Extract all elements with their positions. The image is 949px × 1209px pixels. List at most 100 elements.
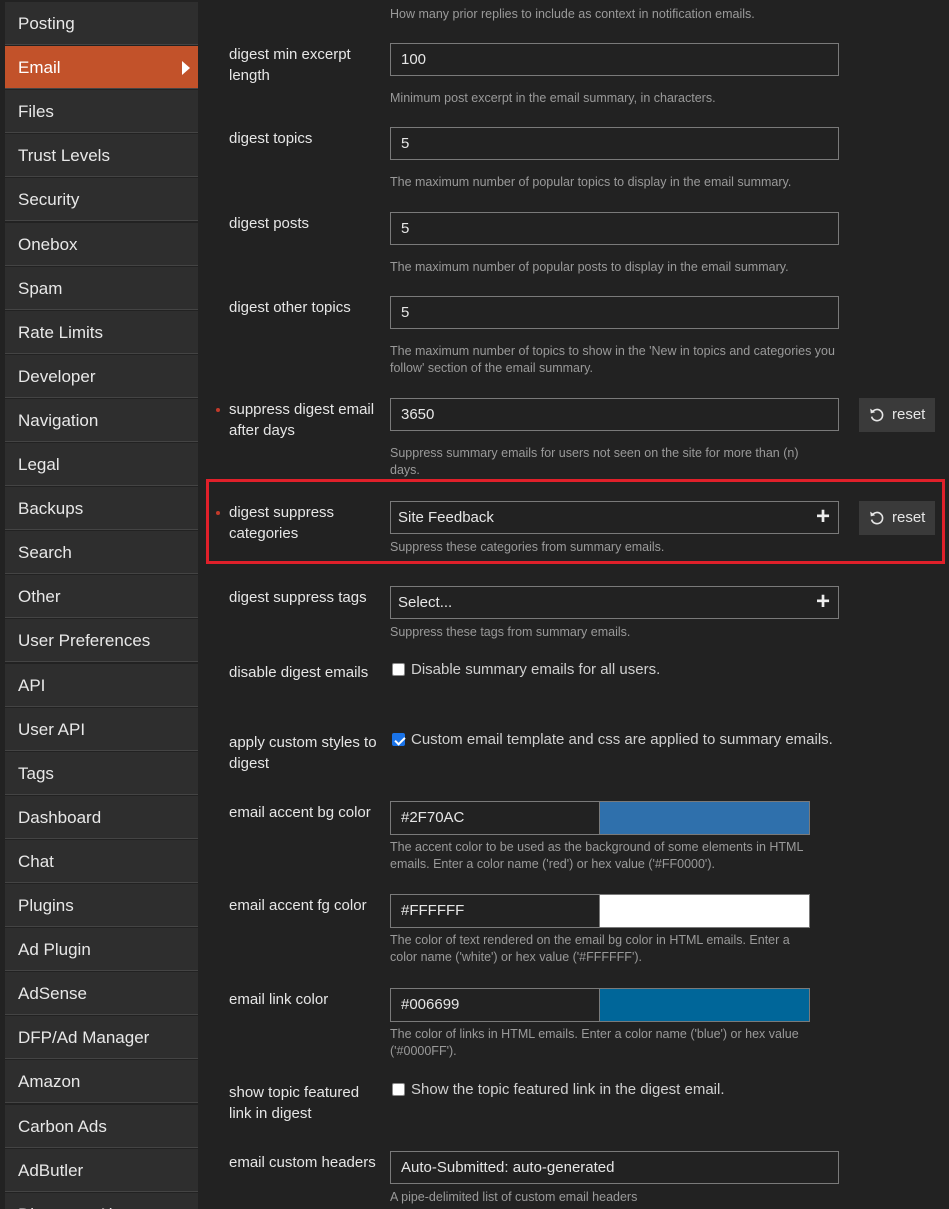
email-accent-bg-color-swatch[interactable]: [599, 801, 810, 835]
digest-suppress-tags-selector[interactable]: Select... +: [390, 586, 839, 619]
email-custom-headers-input[interactable]: Auto-Submitted: auto-generated: [390, 1151, 839, 1184]
digest-posts-description: The maximum number of popular posts to d…: [390, 260, 789, 274]
sidebar-item-files[interactable]: Files: [5, 90, 198, 134]
show-topic-featured-link-checkbox[interactable]: [392, 1083, 405, 1096]
sidebar-item-label: Navigation: [18, 410, 99, 430]
sidebar-item-label: Plugins: [18, 896, 74, 915]
digest-posts-input[interactable]: 5: [390, 212, 839, 245]
plus-icon[interactable]: +: [816, 587, 830, 617]
email-accent-fg-color-swatch[interactable]: [599, 894, 810, 928]
sidebar-item-label: Developer: [18, 366, 96, 386]
sidebar-item-trust-levels[interactable]: Trust Levels: [5, 134, 198, 178]
sidebar-item-label: Onebox: [18, 234, 78, 254]
caret-right-icon: [182, 61, 190, 76]
sidebar-item-carbon-ads[interactable]: Carbon Ads: [5, 1104, 198, 1148]
sidebar-item-navigation[interactable]: Navigation: [5, 398, 198, 442]
sidebar-item-label: AdSense: [18, 984, 87, 1004]
sidebar-item-label: Security: [18, 190, 80, 210]
sidebar-item-label: Backups: [18, 499, 84, 519]
plus-icon[interactable]: +: [816, 502, 830, 532]
sidebar-item-label: Email: [18, 58, 61, 78]
setting-label-email-custom-headers: email custom headers: [229, 1154, 376, 1171]
sidebar-item-rate-limits[interactable]: Rate Limits: [5, 310, 198, 354]
email-link-color-input[interactable]: #006699: [390, 988, 600, 1022]
sidebar-item-user-preferences[interactable]: User Preferences: [5, 619, 198, 663]
digest-suppress-categories-selector[interactable]: Site Feedback +: [390, 501, 839, 534]
disable-digest-emails-checkbox-label: Disable summary emails for all users.: [411, 661, 661, 678]
sidebar-item-label: DFP/Ad Manager: [18, 1028, 150, 1048]
sidebar-item-adsense[interactable]: AdSense: [5, 972, 198, 1016]
email-accent-bg-color-input[interactable]: #2F70AC: [390, 801, 600, 835]
setting-label-digest-topics: digest topics: [229, 130, 313, 147]
reset-suppress-digest-email-after-days-button[interactable]: reset: [859, 398, 935, 432]
reset-label: reset: [892, 509, 926, 526]
sidebar-item-chat[interactable]: Chat: [5, 839, 198, 883]
sidebar-item-label: User Preferences: [18, 631, 151, 651]
sidebar-item-onebox[interactable]: Onebox: [5, 222, 198, 266]
setting-label-apply-custom-styles-to-digest: apply custom styles to digest: [229, 734, 377, 772]
sidebar-item-legal[interactable]: Legal: [5, 443, 198, 486]
digest-other-topics-description: The maximum number of topics to show in …: [390, 344, 835, 375]
email-link-color-swatch[interactable]: [599, 988, 810, 1022]
sidebar-item-developer[interactable]: Developer: [5, 354, 198, 398]
sidebar-item-email[interactable]: Email: [5, 46, 198, 90]
sidebar-item-api[interactable]: API: [5, 663, 198, 707]
digest-topics-description: The maximum number of popular topics to …: [390, 175, 792, 189]
setting-label-digest-suppress-tags: digest suppress tags: [229, 589, 367, 606]
sidebar-item-label: Ad Plugin: [18, 940, 91, 960]
sidebar-item-label: Posting: [18, 14, 75, 33]
digest-other-topics-input[interactable]: 5: [390, 296, 839, 329]
sidebar-item-dfp-ad-manager[interactable]: DFP/Ad Manager: [5, 1016, 198, 1060]
disable-digest-emails-checkbox[interactable]: [392, 663, 405, 676]
sidebar-item-label: Trust Levels: [18, 146, 110, 166]
sidebar-item-dashboard[interactable]: Dashboard: [5, 795, 198, 839]
sidebar-item-search[interactable]: Search: [5, 531, 198, 575]
sidebar-item-tags[interactable]: Tags: [5, 751, 198, 795]
changed-setting-indicator: [216, 511, 220, 515]
setting-label-digest-posts: digest posts: [229, 215, 310, 232]
sidebar-item-ad-plugin[interactable]: Ad Plugin: [5, 928, 198, 972]
sidebar-item-label: Amazon: [18, 1072, 81, 1092]
sidebar-item-user-api[interactable]: User API: [5, 707, 198, 751]
sidebar-item-amazon[interactable]: Amazon: [5, 1060, 198, 1104]
sidebar-item-label: Tags: [18, 763, 54, 783]
digest-min-excerpt-length-input[interactable]: 100: [390, 43, 839, 76]
sidebar-item-label: AdButler: [18, 1160, 84, 1180]
suppress-digest-email-after-days-input[interactable]: 3650: [390, 398, 839, 431]
setting-label-email-accent-bg-color: email accent bg color: [229, 804, 371, 821]
reset-digest-suppress-categories-button[interactable]: reset: [859, 501, 935, 535]
sidebar-item-label: Legal: [18, 455, 60, 474]
sidebar-item-label: Search: [18, 543, 72, 563]
email-link-color-description: The color of links in HTML emails. Enter…: [390, 1027, 799, 1058]
setting-label-digest-other-topics: digest other topics: [229, 299, 351, 316]
digest-topics-input[interactable]: 5: [390, 127, 839, 160]
sidebar-item-plugins[interactable]: Plugins: [5, 884, 198, 927]
sidebar-item-label: Discourse Ai: [18, 1205, 112, 1209]
sidebar-item-adbutler[interactable]: AdButler: [5, 1148, 198, 1192]
sidebar-item-posting[interactable]: Posting: [5, 2, 198, 45]
apply-custom-styles-checkbox[interactable]: [392, 733, 405, 746]
sidebar-item-label: Chat: [18, 851, 54, 871]
sidebar-item-label: Files: [18, 102, 54, 122]
apply-custom-styles-checkbox-label: Custom email template and css are applie…: [411, 731, 833, 748]
sidebar-item-other[interactable]: Other: [5, 575, 198, 619]
digest-min-excerpt-length-description: Minimum post excerpt in the email summar…: [390, 91, 716, 105]
sidebar-item-backups[interactable]: Backups: [5, 487, 198, 531]
undo-icon: [870, 408, 884, 422]
sidebar-item-spam[interactable]: Spam: [5, 266, 198, 310]
sidebar-item-discourse-ai[interactable]: Discourse Ai: [5, 1192, 198, 1209]
setting-label-disable-digest-emails: disable digest emails: [229, 664, 369, 681]
setting-label-email-accent-fg-color: email accent fg color: [229, 897, 367, 914]
setting-label-suppress-digest-email-after-days: suppress digest email after days: [229, 401, 375, 439]
show-topic-featured-link-checkbox-label: Show the topic featured link in the dige…: [411, 1081, 725, 1098]
email-accent-bg-color-description: The accent color to be used as the backg…: [390, 840, 803, 871]
sidebar-item-label: Other: [18, 587, 61, 607]
email-custom-headers-description: A pipe-delimited list of custom email he…: [390, 1190, 638, 1204]
undo-icon: [870, 511, 884, 525]
sidebar-item-label: API: [18, 675, 46, 695]
sidebar-item-security[interactable]: Security: [5, 178, 198, 222]
digest-suppress-tags-placeholder: Select...: [398, 594, 453, 611]
email-accent-fg-color-input[interactable]: #FFFFFF: [390, 894, 600, 928]
digest-suppress-categories-description: Suppress these categories from summary e…: [390, 540, 665, 554]
digest-suppress-categories-selected: Site Feedback: [398, 509, 494, 526]
